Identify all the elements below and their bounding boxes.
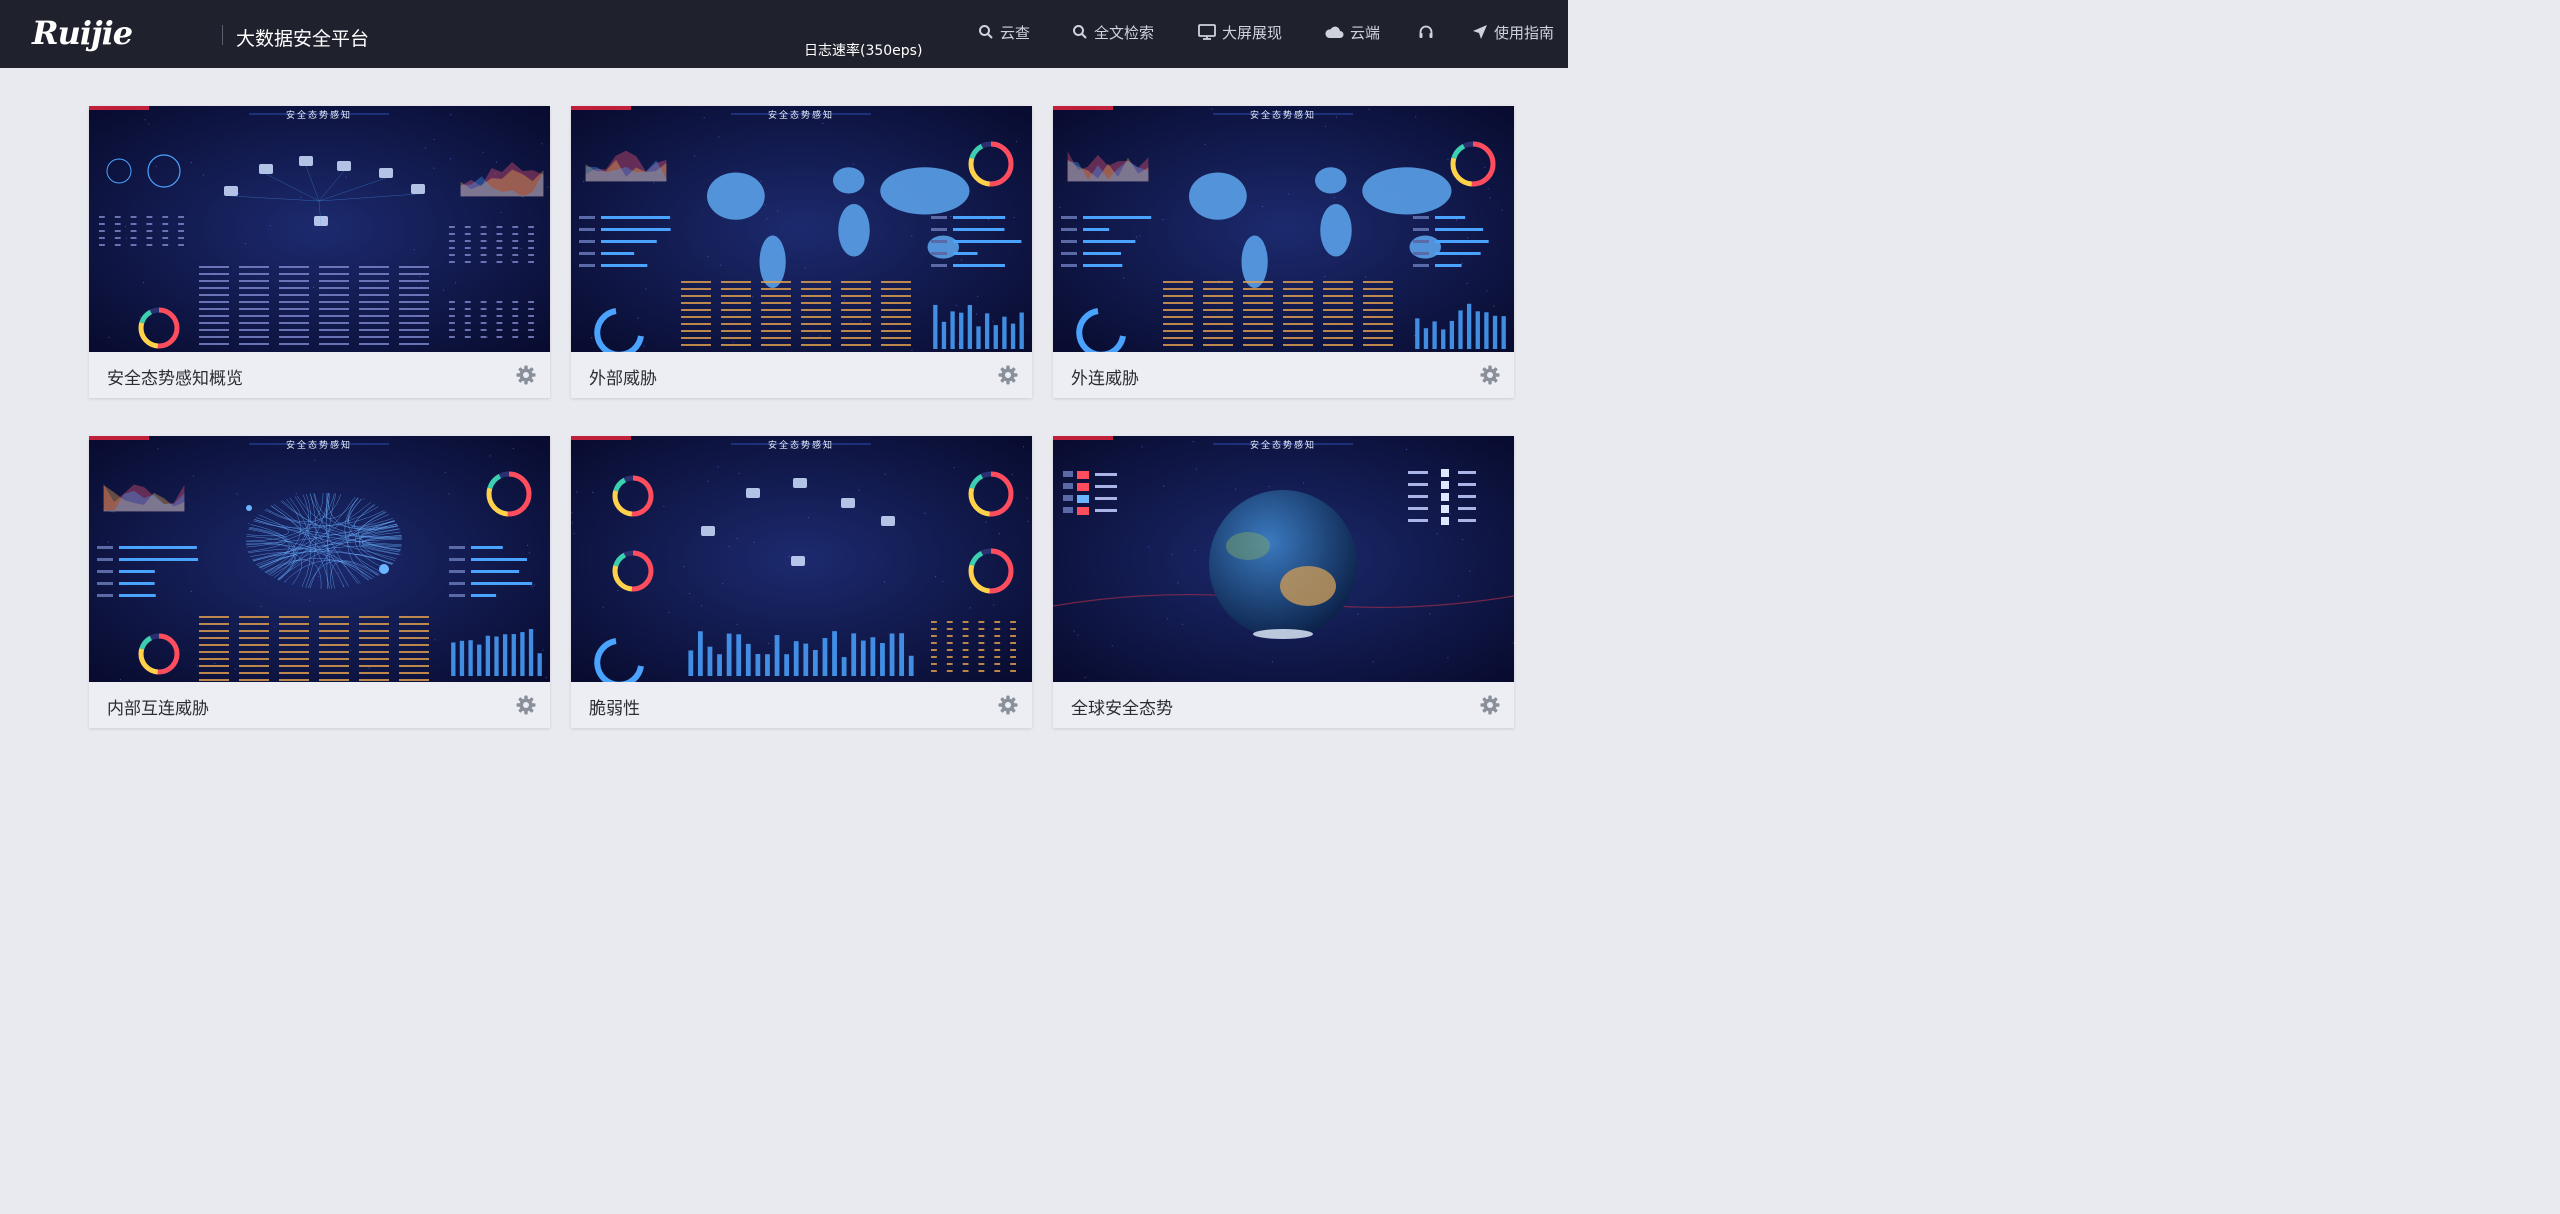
thumbnail-graphic: 安全态势感知 bbox=[571, 436, 1032, 682]
dashboard-card-overview[interactable]: 安全态势感知 安全态势感知概览 bbox=[89, 106, 550, 398]
nav-label: 大屏展现 bbox=[1222, 23, 1283, 42]
card-title: 内部互连威胁 bbox=[107, 699, 209, 719]
thumbnail-heading: 安全态势感知 bbox=[1250, 109, 1316, 121]
card-title: 全球安全态势 bbox=[1071, 699, 1173, 719]
thumbnail-heading: 安全态势感知 bbox=[1250, 439, 1316, 451]
thumbnail-heading: 安全态势感知 bbox=[768, 439, 834, 451]
monitor-icon bbox=[1198, 24, 1216, 40]
thumbnail-heading: 安全态势感知 bbox=[286, 439, 352, 451]
thumbnail-graphic: 安全态势感知 bbox=[89, 436, 550, 682]
log-rate-indicator: 日志速率(350eps) bbox=[804, 43, 923, 59]
nav-cloud[interactable]: 云端 bbox=[1324, 20, 1380, 44]
gear-icon[interactable] bbox=[998, 695, 1018, 715]
thumbnail-graphic: 安全态势感知 bbox=[89, 106, 550, 352]
nav-label: 云查 bbox=[1000, 23, 1031, 42]
dashboard-card-external-threat[interactable]: 安全态势感知 外部威胁 bbox=[571, 106, 1032, 398]
top-bar: Ruijie 大数据安全平台 日志速率(350eps) 云查 全文检索 大屏展现… bbox=[0, 0, 1568, 68]
thumbnail-heading: 安全态势感知 bbox=[768, 109, 834, 121]
dashboard-thumbnail[interactable]: 安全态势感知 bbox=[571, 436, 1032, 682]
dashboard-card-global-situation[interactable]: 安全态势感知 全球安全态势 bbox=[1053, 436, 1514, 728]
gear-icon[interactable] bbox=[1480, 365, 1500, 385]
gear-icon[interactable] bbox=[1480, 695, 1500, 715]
card-title: 外连威胁 bbox=[1071, 369, 1139, 389]
dashboard-card-internal-threat[interactable]: 安全态势感知 内部互连威胁 bbox=[89, 436, 550, 728]
thumbnail-graphic: 安全态势感知 bbox=[571, 106, 1032, 352]
logo-divider bbox=[222, 25, 223, 45]
dashboard-card-vulnerability[interactable]: 安全态势感知 脆弱性 bbox=[571, 436, 1032, 728]
thumbnail-graphic: 安全态势感知 bbox=[1053, 436, 1514, 682]
search-icon bbox=[979, 25, 993, 39]
card-title: 安全态势感知概览 bbox=[107, 369, 243, 389]
dashboard-thumbnail[interactable]: 安全态势感知 bbox=[89, 436, 550, 682]
card-title: 脆弱性 bbox=[589, 699, 640, 719]
dashboard-thumbnail[interactable]: 安全态势感知 bbox=[1053, 106, 1514, 352]
nav-label: 全文检索 bbox=[1094, 23, 1155, 42]
nav-support[interactable] bbox=[1418, 20, 1440, 44]
dashboard-thumbnail[interactable]: 安全态势感知 bbox=[571, 106, 1032, 352]
gear-icon[interactable] bbox=[516, 695, 536, 715]
card-title: 外部威胁 bbox=[589, 369, 657, 389]
nav-cloud-query[interactable]: 云查 bbox=[978, 20, 1030, 44]
thumbnail-graphic: 安全态势感知 bbox=[1053, 106, 1514, 352]
search-icon bbox=[1073, 25, 1087, 39]
dashboard-thumbnail[interactable]: 安全态势感知 bbox=[1053, 436, 1514, 682]
headset-icon bbox=[1419, 25, 1433, 38]
gear-icon[interactable] bbox=[516, 365, 536, 385]
thumbnail-heading: 安全态势感知 bbox=[286, 109, 352, 121]
dashboard-thumbnail[interactable]: 安全态势感知 bbox=[89, 106, 550, 352]
nav-label: 使用指南 bbox=[1494, 23, 1555, 42]
nav-big-screen[interactable]: 大屏展现 bbox=[1198, 20, 1282, 44]
gear-icon[interactable] bbox=[998, 365, 1018, 385]
send-icon bbox=[1473, 25, 1487, 39]
ruijie-logo[interactable]: Ruijie bbox=[32, 14, 133, 52]
nav-label: 云端 bbox=[1350, 23, 1381, 42]
dashboard-card-outbound-threat[interactable]: 安全态势感知 外连威胁 bbox=[1053, 106, 1514, 398]
nav-user-guide[interactable]: 使用指南 bbox=[1472, 20, 1554, 44]
app-title: 大数据安全平台 bbox=[236, 28, 370, 50]
cloud-icon bbox=[1325, 26, 1344, 38]
nav-fulltext-search[interactable]: 全文检索 bbox=[1072, 20, 1154, 44]
